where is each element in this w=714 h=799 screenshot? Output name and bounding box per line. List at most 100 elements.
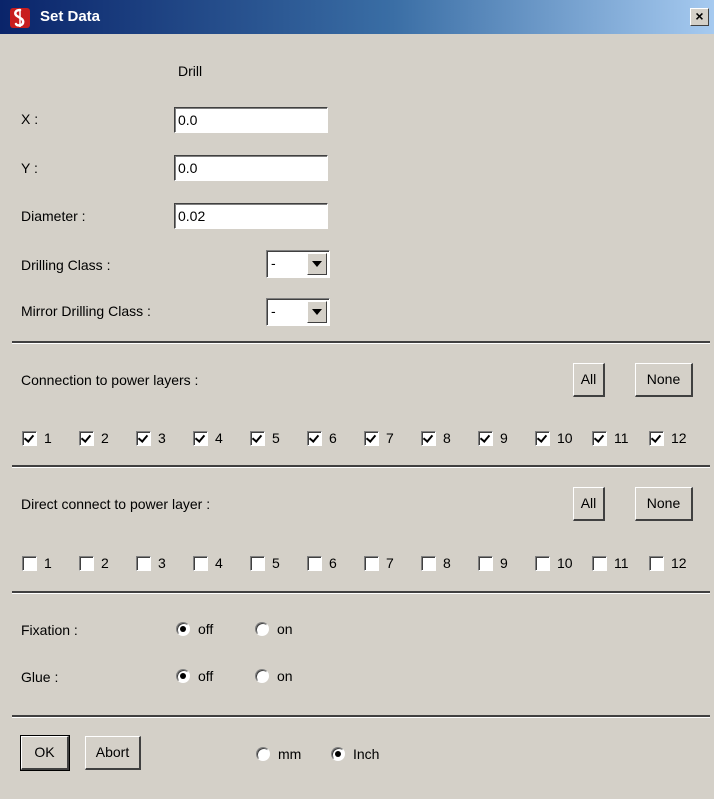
direct-connect-label: Direct connect to power layer : xyxy=(21,496,211,512)
radio-icon[interactable] xyxy=(255,622,269,636)
direct-connect-checkbox-8[interactable]: 8 xyxy=(421,553,478,573)
direct-connect-checkbox-7[interactable]: 7 xyxy=(364,553,421,573)
power-layers-label: Connection to power layers : xyxy=(21,372,199,388)
checkmark-icon[interactable] xyxy=(136,430,151,446)
radio-icon[interactable] xyxy=(255,669,269,683)
power-layer-checkbox-11[interactable]: 11 xyxy=(592,428,649,448)
direct-connect-checkbox-6[interactable]: 6 xyxy=(307,553,364,573)
power-layer-checkbox-7[interactable]: 7 xyxy=(364,428,421,448)
direct-connect-checkbox-10[interactable]: 10 xyxy=(535,553,592,573)
direct-connect-checkbox-5[interactable]: 5 xyxy=(250,553,307,573)
checkmark-icon[interactable] xyxy=(649,430,664,446)
title-bar[interactable]: Set Data × xyxy=(0,0,714,34)
checkbox-icon[interactable] xyxy=(364,555,379,571)
power-layer-checkbox-1[interactable]: 1 xyxy=(22,428,79,448)
checkmark-icon[interactable] xyxy=(193,430,208,446)
checkbox-icon[interactable] xyxy=(136,555,151,571)
direct-connect-checkbox-label: 5 xyxy=(272,555,280,571)
fixation-label: Fixation : xyxy=(21,622,78,638)
mirror-drilling-class-value: - xyxy=(271,303,276,319)
radio-icon[interactable] xyxy=(176,622,190,636)
checkbox-icon[interactable] xyxy=(193,555,208,571)
direct-connect-checkbox-2[interactable]: 2 xyxy=(79,553,136,573)
glue-on-label: on xyxy=(277,668,293,684)
power-layer-checkbox-5[interactable]: 5 xyxy=(250,428,307,448)
drilling-class-select[interactable]: - xyxy=(266,250,330,278)
mirror-drilling-class-select[interactable]: - xyxy=(266,298,330,326)
fixation-on-radio[interactable]: on xyxy=(255,621,293,637)
dropdown-arrow-icon[interactable] xyxy=(307,301,327,323)
direct-connect-checkbox-1[interactable]: 1 xyxy=(22,553,79,573)
checkbox-icon[interactable] xyxy=(535,555,550,571)
power-layer-checkbox-12[interactable]: 12 xyxy=(649,428,706,448)
direct-connect-none-button[interactable]: None xyxy=(635,487,693,521)
power-layer-checkbox-3[interactable]: 3 xyxy=(136,428,193,448)
direct-connect-checkbox-label: 10 xyxy=(557,555,573,571)
glue-on-radio[interactable]: on xyxy=(255,668,293,684)
fixation-off-radio[interactable]: off xyxy=(176,621,213,637)
radio-icon[interactable] xyxy=(176,669,190,683)
checkbox-icon[interactable] xyxy=(478,555,493,571)
direct-connect-checkbox-label: 8 xyxy=(443,555,451,571)
direct-connect-checkbox-11[interactable]: 11 xyxy=(592,553,649,573)
power-layer-checkbox-6[interactable]: 6 xyxy=(307,428,364,448)
checkmark-icon[interactable] xyxy=(421,430,436,446)
ok-button[interactable]: OK xyxy=(20,735,70,771)
power-layer-checkbox-9[interactable]: 9 xyxy=(478,428,535,448)
checkmark-icon[interactable] xyxy=(79,430,94,446)
checkbox-icon[interactable] xyxy=(592,555,607,571)
power-layer-checkbox-label: 8 xyxy=(443,430,451,446)
object-type-label: Drill xyxy=(178,63,203,79)
checkmark-icon[interactable] xyxy=(478,430,493,446)
dropdown-arrow-icon[interactable] xyxy=(307,253,327,275)
power-layers-all-button[interactable]: All xyxy=(573,363,605,397)
separator xyxy=(12,341,710,344)
direct-connect-checkbox-label: 6 xyxy=(329,555,337,571)
x-input[interactable] xyxy=(174,107,328,133)
checkmark-icon[interactable] xyxy=(592,430,607,446)
direct-connect-checkbox-label: 4 xyxy=(215,555,223,571)
unit-inch-radio[interactable]: Inch xyxy=(331,746,379,762)
direct-connect-checkbox-4[interactable]: 4 xyxy=(193,553,250,573)
y-input[interactable] xyxy=(174,155,328,181)
direct-connect-all-button[interactable]: All xyxy=(573,487,605,521)
power-layer-checkbox-label: 10 xyxy=(557,430,573,446)
direct-connect-checkbox-label: 12 xyxy=(671,555,687,571)
direct-connect-checkbox-label: 2 xyxy=(101,555,109,571)
abort-button[interactable]: Abort xyxy=(85,736,141,770)
diameter-input[interactable] xyxy=(174,203,328,229)
unit-mm-radio[interactable]: mm xyxy=(256,746,301,762)
power-layer-checkbox-8[interactable]: 8 xyxy=(421,428,478,448)
checkmark-icon[interactable] xyxy=(535,430,550,446)
direct-connect-checkbox-12[interactable]: 12 xyxy=(649,553,706,573)
glue-off-radio[interactable]: off xyxy=(176,668,213,684)
checkbox-icon[interactable] xyxy=(250,555,265,571)
checkbox-icon[interactable] xyxy=(421,555,436,571)
power-layer-checkbox-2[interactable]: 2 xyxy=(79,428,136,448)
power-layers-checkbox-row: 1 2 3 4 5 6 7 8 9 10 11 12 xyxy=(22,428,706,448)
checkmark-icon[interactable] xyxy=(250,430,265,446)
checkbox-icon[interactable] xyxy=(307,555,322,571)
separator xyxy=(12,715,710,718)
glue-off-label: off xyxy=(198,668,214,684)
radio-icon[interactable] xyxy=(256,747,270,761)
power-layer-checkbox-label: 6 xyxy=(329,430,337,446)
power-layer-checkbox-10[interactable]: 10 xyxy=(535,428,592,448)
checkbox-icon[interactable] xyxy=(79,555,94,571)
y-label: Y : xyxy=(21,160,38,176)
unit-inch-label: Inch xyxy=(353,746,380,762)
checkmark-icon[interactable] xyxy=(22,430,37,446)
direct-connect-checkbox-label: 11 xyxy=(614,555,629,571)
power-layers-none-button[interactable]: None xyxy=(635,363,693,397)
close-button[interactable]: × xyxy=(690,8,709,26)
checkbox-icon[interactable] xyxy=(22,555,37,571)
checkmark-icon[interactable] xyxy=(364,430,379,446)
radio-icon[interactable] xyxy=(331,747,345,761)
power-layer-checkbox-4[interactable]: 4 xyxy=(193,428,250,448)
direct-connect-checkbox-3[interactable]: 3 xyxy=(136,553,193,573)
checkbox-icon[interactable] xyxy=(649,555,664,571)
power-layer-checkbox-label: 1 xyxy=(44,430,52,446)
app-logo-icon xyxy=(10,8,30,28)
direct-connect-checkbox-9[interactable]: 9 xyxy=(478,553,535,573)
checkmark-icon[interactable] xyxy=(307,430,322,446)
